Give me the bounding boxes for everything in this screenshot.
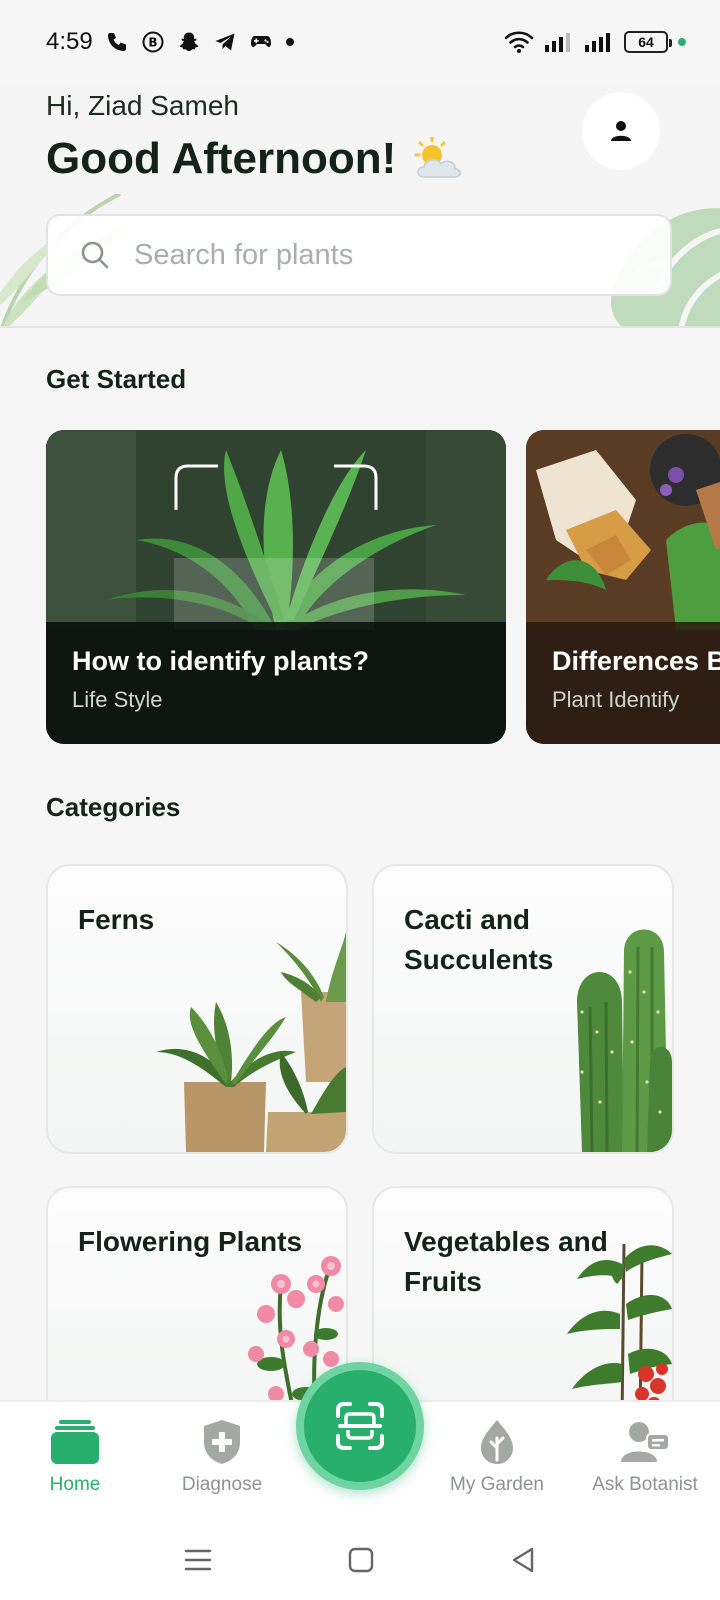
nav-label: Diagnose: [181, 1474, 263, 1495]
category-title-line: Flowering Plants: [78, 1226, 303, 1257]
nav-home[interactable]: Home: [0, 1416, 150, 1496]
dot-icon: [285, 38, 294, 46]
category-title-line: Fruits: [404, 1266, 482, 1297]
home-square-icon[interactable]: [348, 1547, 374, 1573]
nav-diagnose[interactable]: Diagnose: [147, 1416, 297, 1496]
shield-plus-icon: [204, 1420, 240, 1464]
category-title-line: Vegetables and: [404, 1226, 608, 1257]
signal-icon: [585, 33, 610, 52]
guide-card-differences[interactable]: Differences B Plant Identify: [526, 430, 720, 744]
plant-photo: [46, 430, 506, 630]
snapchat-icon: [179, 32, 199, 51]
botanist-chat-icon: [621, 1422, 670, 1462]
category-title-line: Ferns: [78, 904, 155, 935]
search-icon: [81, 241, 109, 269]
home-icon: [51, 1420, 99, 1464]
category-title-line: Succulents: [404, 944, 554, 975]
category-title: Flowering Plants: [78, 1222, 302, 1262]
category-title-line: Cacti and: [404, 904, 531, 935]
user-icon: [611, 121, 631, 141]
telegram-icon: [215, 33, 235, 51]
nav-ask-botanist[interactable]: Ask Botanist: [570, 1416, 720, 1496]
svg-text:B: B: [148, 36, 157, 50]
privacy-indicator: [678, 38, 686, 46]
nav-my-garden[interactable]: My Garden: [422, 1416, 572, 1496]
game-icon: [250, 36, 271, 48]
scan-icon: [336, 1402, 384, 1450]
card-subtitle: Plant Identify: [552, 687, 680, 712]
page-title-text: Good Afternoon!: [46, 134, 397, 183]
header: Hi, Ziad Sameh Good Afternoon! Search fo…: [0, 84, 720, 328]
category-ferns[interactable]: Ferns: [46, 864, 348, 1154]
category-title: Ferns: [78, 900, 154, 940]
nav-label: Ask Botanist: [592, 1474, 698, 1495]
greeting-text: Hi, Ziad Sameh: [46, 90, 239, 121]
category-cacti-succulents[interactable]: Cacti and Succulents: [372, 864, 674, 1154]
leaf-drop-icon: [481, 1420, 513, 1464]
garden-tools-photo: [526, 430, 720, 630]
sun-cloud-icon: [414, 137, 462, 178]
nav-label: My Garden: [450, 1474, 544, 1495]
status-bar: 4:59 B 64: [0, 0, 720, 84]
b-icon: B: [142, 31, 164, 53]
search-input[interactable]: Search for plants: [46, 214, 672, 296]
battery-icon: 64: [624, 31, 672, 53]
card-subtitle: Life Style: [72, 687, 163, 712]
guide-card-identify[interactable]: How to identify plants? Life Style: [46, 430, 506, 744]
wifi-icon: [504, 31, 534, 53]
category-vegetables-fruits[interactable]: Vegetables and Fruits: [372, 1186, 674, 1426]
categories-title: Categories: [46, 792, 181, 822]
get-started-title: Get Started: [46, 364, 187, 394]
card-caption: How to identify plants? Life Style: [46, 622, 506, 744]
nav-label: Home: [49, 1474, 101, 1495]
menu-icon[interactable]: [184, 1548, 212, 1572]
scan-button[interactable]: [296, 1362, 424, 1490]
page-title: Good Afternoon!: [46, 134, 464, 184]
profile-button[interactable]: [582, 92, 660, 170]
back-icon[interactable]: [510, 1547, 536, 1573]
status-time: 4:59: [46, 28, 93, 55]
category-title: Cacti and Succulents: [404, 900, 553, 980]
category-flowering-plants[interactable]: Flowering Plants: [46, 1186, 348, 1426]
card-title: How to identify plants?: [72, 646, 369, 676]
signal-icon: [545, 33, 570, 52]
fern-plant-image: [156, 932, 346, 1152]
card-caption: Differences B Plant Identify: [526, 622, 720, 744]
phone-icon: [107, 33, 126, 51]
search-placeholder: Search for plants: [134, 238, 354, 271]
cactus-image: [577, 929, 672, 1152]
system-navigation-bar: [0, 1520, 720, 1600]
category-title: Vegetables and Fruits: [404, 1222, 608, 1302]
screen: 4:59 B 64 Hi, Ziad Sameh Good Afternoon!…: [0, 0, 720, 1600]
card-title: Differences B: [552, 646, 720, 676]
